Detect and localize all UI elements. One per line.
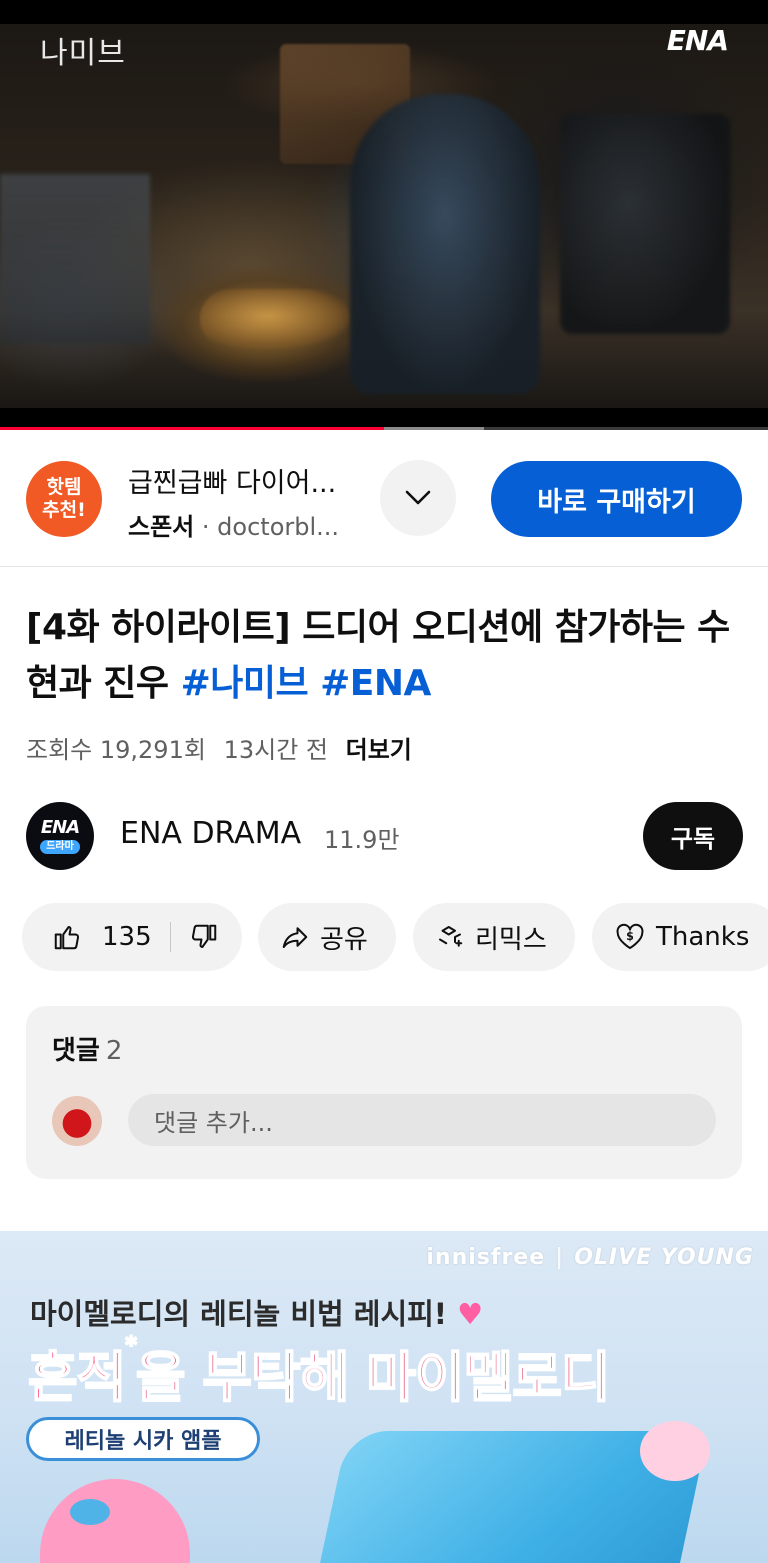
- advertiser-logo-line1: 핫템: [46, 476, 82, 498]
- hashtag-link[interactable]: #ENA: [320, 663, 431, 704]
- thumbs-up-icon[interactable]: [52, 922, 82, 952]
- channel-avatar-badge: 드라마: [40, 839, 80, 854]
- thumbs-down-icon[interactable]: [189, 922, 219, 952]
- character-bow: [70, 1499, 110, 1525]
- sponsor-label: 스폰서: [128, 513, 195, 541]
- comments-label: 댓글: [52, 1036, 100, 1066]
- heart-icon: ♥: [457, 1297, 484, 1331]
- scene-bed: [0, 174, 150, 344]
- video-title[interactable]: [4화 하이라이트] 드디어 오디션에 참가하는 수현과 진우 #나미브 #EN…: [26, 600, 746, 712]
- subscribe-button[interactable]: 구독: [643, 802, 743, 870]
- channel-avatar-logo: ENA: [40, 816, 80, 838]
- channel-name[interactable]: ENA DRAMA: [120, 816, 301, 851]
- promo-headline: 마이멜로디의 레티놀 비법 레시피! ♥: [30, 1291, 483, 1333]
- promo-slogan-emphasis: 흔적: [27, 1345, 127, 1410]
- remix-label: 리믹스: [475, 924, 547, 955]
- buy-now-button[interactable]: 바로 구매하기: [491, 461, 742, 537]
- advertiser-logo-line2: 추천!: [42, 499, 86, 521]
- chevron-down-icon: [405, 490, 431, 505]
- remix-button[interactable]: 리믹스: [413, 903, 575, 971]
- scene-snack: [200, 289, 350, 349]
- view-count: 조회수 19,291회: [26, 736, 206, 764]
- share-arrow-icon: [282, 927, 308, 948]
- video-meta[interactable]: 조회수 19,291회 13시간 전 더보기: [26, 730, 422, 765]
- like-count[interactable]: 135: [102, 922, 152, 952]
- comments-count: 2: [105, 1036, 123, 1066]
- status-bar: [0, 0, 768, 24]
- comments-section[interactable]: 댓글 2 댓글 추가...: [26, 1006, 742, 1179]
- advertiser-domain: doctorbl...: [217, 513, 340, 541]
- like-divider: [169, 922, 171, 952]
- olive-young-logo: OLIVE YOUNG: [574, 1245, 754, 1270]
- user-avatar: [52, 1096, 102, 1146]
- ad-title[interactable]: 급찐급빠 다이어...: [128, 461, 368, 500]
- promo-brand-logos: innisfree | OLIVE YOUNG: [426, 1245, 754, 1270]
- share-label: 공유: [320, 924, 368, 955]
- promo-slogan-rest: 을 부탁해 마이멜로디: [135, 1345, 612, 1410]
- progress-bar[interactable]: [0, 427, 768, 430]
- bunny-mascot: [640, 1421, 710, 1481]
- my-melody-character: [40, 1479, 190, 1563]
- comments-header: 댓글 2: [52, 1030, 122, 1067]
- promo-headline-text: 마이멜로디의 레티놀 비법 레시피!: [30, 1297, 448, 1331]
- thanks-button[interactable]: $ Thanks: [592, 903, 768, 971]
- progress-played: [0, 427, 384, 430]
- video-frame[interactable]: [0, 24, 768, 408]
- like-dislike-group: 135: [22, 903, 242, 971]
- innisfree-logo: innisfree: [426, 1245, 546, 1270]
- advertiser-logo[interactable]: 핫템 추천!: [26, 461, 102, 537]
- promo-slogan: 흔적*을 부탁해 마이멜로디: [27, 1332, 612, 1412]
- remix-icon: [439, 926, 463, 947]
- upload-time: 13시간 전: [223, 736, 328, 764]
- share-button[interactable]: 공유: [258, 903, 396, 971]
- svg-text:$: $: [626, 930, 634, 943]
- promo-banner[interactable]: innisfree | OLIVE YOUNG 마이멜로디의 레티놀 비법 레시피!…: [0, 1231, 768, 1563]
- scene-chair: [560, 114, 730, 334]
- promo-slogan-asterisk: *: [124, 1332, 137, 1359]
- channel-watermark-logo: ENA: [666, 24, 729, 57]
- ad-meta: 스폰서 · doctorbl...: [128, 507, 368, 542]
- add-comment-input[interactable]: 댓글 추가...: [128, 1094, 716, 1146]
- ad-meta-separator: ·: [201, 513, 210, 541]
- ad-expand-button[interactable]: [380, 460, 456, 536]
- scene-person: [350, 94, 540, 394]
- channel-avatar[interactable]: ENA 드라마: [26, 802, 94, 870]
- subscriber-count: 11.9만: [324, 826, 400, 854]
- hashtag-link[interactable]: #나미브: [181, 663, 309, 704]
- show-watermark: 나미브: [40, 36, 126, 71]
- video-player[interactable]: 나미브 ENA: [0, 0, 768, 430]
- thanks-label: Thanks: [656, 922, 750, 952]
- more-button[interactable]: 더보기: [346, 736, 412, 764]
- heart-dollar-icon: $: [616, 923, 644, 950]
- product-name-pill: 레티놀 시카 앰플: [26, 1417, 260, 1461]
- brand-separator: |: [555, 1245, 565, 1270]
